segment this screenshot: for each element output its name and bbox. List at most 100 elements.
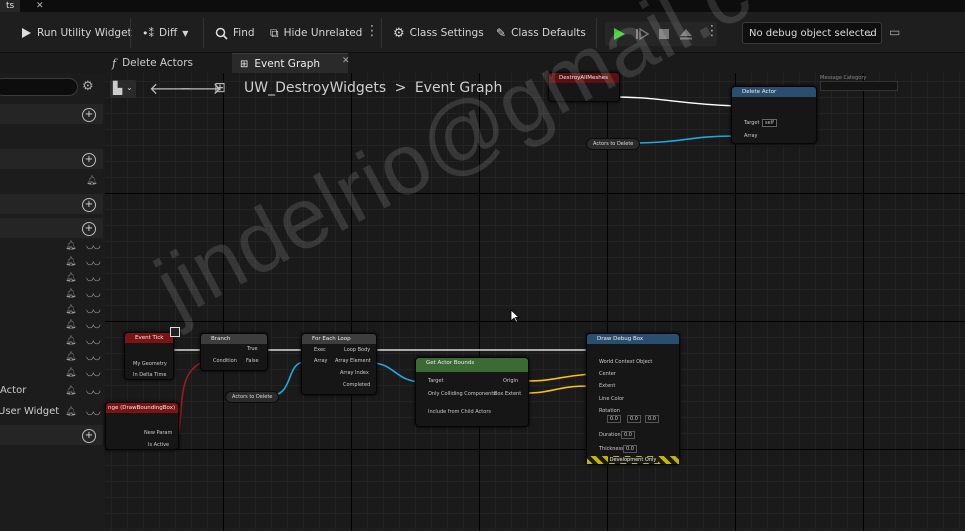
bell-icon[interactable]: 🔔︎ [65, 305, 76, 315]
bell-icon[interactable]: 🔔︎ [65, 336, 76, 346]
pin-false[interactable]: False [246, 358, 259, 364]
add-icon[interactable]: + [82, 108, 96, 122]
close-icon[interactable]: ✕ [36, 0, 44, 12]
stop-icon[interactable] [656, 26, 672, 42]
bell-icon[interactable]: 🔔︎ [65, 352, 76, 362]
pin-extent[interactable]: Extent [599, 383, 615, 389]
variable-user-widget[interactable]: User Widget [0, 406, 59, 417]
node-get-actor-bounds[interactable]: Get Actor Bounds Target Only Colliding C… [415, 357, 529, 427]
eject-icon[interactable] [678, 26, 694, 42]
eye-closed-icon[interactable]: ◡◡ [86, 336, 101, 346]
pin-duration[interactable]: Duration [599, 432, 621, 438]
pin-array[interactable]: Array [314, 358, 327, 364]
pin-condition[interactable]: Condition [213, 358, 237, 364]
eye-closed-icon[interactable]: ◡◡ [86, 241, 101, 251]
pin-true[interactable]: True [247, 346, 258, 352]
node-event-tick[interactable]: Event Tick My Geometry In Delta Time [124, 332, 174, 380]
tab-delete-actors[interactable]: f Delete Actors [104, 53, 201, 73]
eye-closed-icon[interactable]: ◡◡ [86, 352, 101, 362]
document-tab[interactable]: ts [0, 0, 21, 12]
bell-icon[interactable]: 🔔︎ [65, 273, 76, 283]
pin-loop-body[interactable]: Loop Body [344, 347, 370, 353]
eye-closed-icon[interactable]: ◡◡ [86, 407, 101, 417]
pin-in-delta-time[interactable]: In Delta Time [133, 372, 166, 378]
target-self-value[interactable]: self [762, 119, 777, 127]
message-category-field[interactable] [820, 81, 898, 91]
bell-icon[interactable]: 🔔︎ [65, 407, 76, 417]
bell-icon[interactable]: 🔔︎ [65, 257, 76, 267]
pin-rotation[interactable]: Rotation [599, 408, 620, 414]
node-header: Branch [201, 334, 267, 344]
more-options-icon[interactable]: ⋮ [365, 22, 379, 40]
bell-icon[interactable]: 🔔︎ [65, 386, 76, 396]
pin-center[interactable]: Center [599, 371, 616, 377]
play-icon[interactable] [611, 26, 627, 42]
hide-unrelated-button[interactable]: ⧉ Hide Unrelated [270, 21, 362, 45]
run-utility-widget-button[interactable]: Run Utility Widget [20, 21, 132, 45]
pin-line-color[interactable]: Line Color [599, 396, 624, 402]
add-icon[interactable]: + [82, 198, 96, 212]
duration-field[interactable]: 0.0 [621, 431, 635, 439]
eye-closed-icon[interactable]: ◡◡ [86, 386, 101, 396]
pin-box-extent[interactable]: Box Extent [494, 391, 521, 397]
find-button[interactable]: Find [215, 21, 255, 45]
pin-world-context[interactable]: World Context Object [599, 359, 652, 365]
pin-new-param[interactable]: New Param [144, 430, 172, 436]
eye-closed-icon[interactable]: ◡◡ [86, 320, 101, 330]
search-icon [215, 27, 228, 40]
class-settings-button[interactable]: ⚙ Class Settings [393, 21, 484, 45]
pin-exec[interactable]: Exec [314, 347, 326, 353]
pin-is-active[interactable]: Is Active [148, 442, 169, 448]
diff-button[interactable]: •⁑ Diff ▼ [142, 21, 188, 45]
node-actors-to-delete[interactable]: Actors to Delete [586, 138, 641, 150]
eye-closed-icon[interactable]: ◡◡ [86, 368, 101, 378]
eye-closed-icon[interactable]: ◡◡ [86, 257, 101, 267]
pin-thickness[interactable]: Thickness [599, 446, 624, 452]
step-icon[interactable] [634, 26, 650, 42]
node-destroy-all-meshes[interactable]: DestroyAllMeshes [548, 72, 620, 102]
thickness-field[interactable]: 0.0 [623, 445, 637, 453]
add-icon[interactable]: + [82, 429, 96, 443]
pin-array[interactable]: Array [744, 133, 757, 139]
node-for-each-loop[interactable]: For Each Loop Exec Array Loop Body Array… [301, 333, 377, 395]
pin-target[interactable]: Target [428, 378, 443, 384]
node-header: nge (DrawBoundingBox) [106, 403, 178, 413]
search-input[interactable] [0, 78, 78, 96]
pin-origin[interactable]: Origin [503, 378, 518, 384]
pin-array-index[interactable]: Array Index [340, 370, 369, 376]
eye-closed-icon[interactable]: ◡◡ [86, 289, 101, 299]
bell-icon[interactable]: 🔔︎ [65, 241, 76, 251]
bell-icon[interactable]: 🔔︎ [65, 289, 76, 299]
add-icon[interactable]: + [82, 153, 96, 167]
rotation-y-field[interactable]: 0.0 [627, 415, 641, 423]
close-icon[interactable]: ✕ [342, 56, 350, 66]
add-icon[interactable]: + [82, 222, 96, 236]
debug-filter-icon[interactable]: ▭ [889, 25, 900, 39]
gear-icon[interactable]: ⚙ [82, 79, 94, 94]
node-branch[interactable]: Branch Condition True False [200, 333, 268, 371]
node-comment-icon[interactable] [170, 327, 180, 337]
bell-icon[interactable]: 🔔︎ [65, 368, 76, 378]
pin-completed[interactable]: Completed [343, 382, 370, 388]
rotation-x-field[interactable]: 0.0 [607, 415, 621, 423]
variable-actor[interactable]: Actor [0, 385, 26, 396]
pin-array-element[interactable]: Array Element [335, 358, 371, 364]
tab-event-graph[interactable]: ⊞ Event Graph [232, 53, 348, 74]
bell-icon[interactable]: 🔔︎ [65, 320, 76, 330]
development-only-label: Development Only [607, 457, 659, 463]
pin-only-colliding[interactable]: Only Colliding Components [428, 391, 496, 397]
eye-closed-icon[interactable]: ◡◡ [86, 305, 101, 315]
node-draw-bounding-box[interactable]: nge (DrawBoundingBox) New Param Is Activ… [105, 402, 179, 450]
node-delete-actor[interactable]: Delete Actor Target self Array [731, 86, 817, 144]
node-draw-debug-box[interactable]: Draw Debug Box World Context Object Cent… [586, 333, 680, 465]
pin-include-child-actors[interactable]: Include from Child Actors [428, 409, 491, 415]
eye-closed-icon[interactable]: ◡◡ [86, 273, 101, 283]
pin-my-geometry[interactable]: My Geometry [133, 361, 167, 367]
class-defaults-icon: ✎ [496, 26, 507, 40]
debug-object-select[interactable]: No debug object selected ⌄ [742, 22, 882, 44]
class-defaults-button[interactable]: ✎ Class Defaults [496, 21, 586, 45]
more-options-icon[interactable]: ⋮ [705, 22, 719, 40]
node-actors-to-delete[interactable]: Actors to Delete [225, 391, 280, 403]
pin-target[interactable]: Target [744, 120, 759, 126]
rotation-z-field[interactable]: 0.0 [645, 415, 659, 423]
